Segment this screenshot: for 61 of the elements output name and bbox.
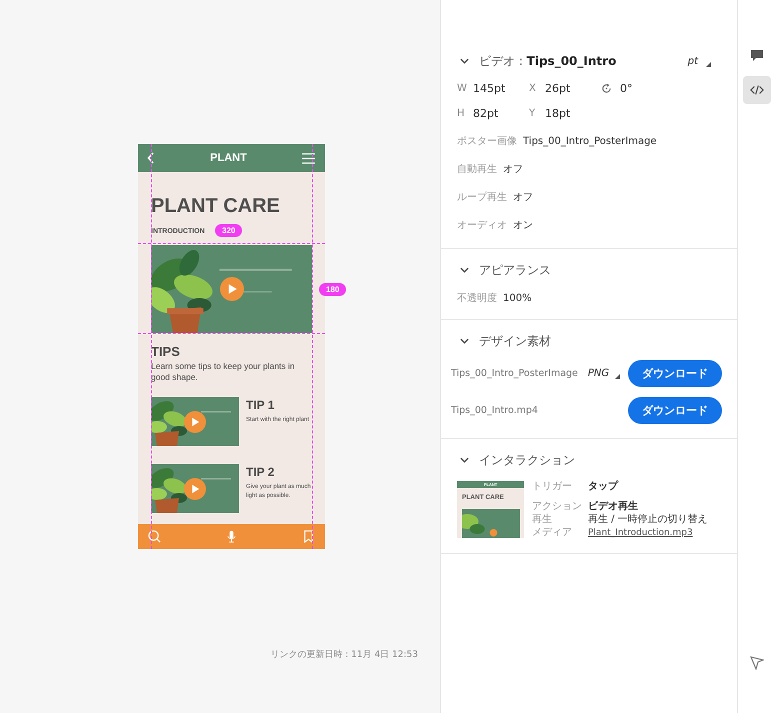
property-label: オーディオ — [457, 219, 507, 232]
asset-name: Tips_00_Intro.mp4 — [451, 405, 538, 416]
code-button[interactable] — [743, 76, 771, 104]
section-title: インタラクション — [479, 452, 575, 468]
chevron-icon[interactable] — [460, 338, 469, 344]
property-label: アクション — [532, 501, 583, 513]
pointer-icon — [750, 656, 764, 670]
property-value: 100% — [503, 293, 532, 304]
property-value: タップ — [588, 481, 618, 493]
field-label: W — [457, 83, 468, 94]
property-label: 再生 — [532, 514, 553, 526]
section-title: アピアランス — [479, 262, 551, 278]
comment-icon — [750, 49, 764, 63]
section-heading: TIPS — [151, 345, 181, 359]
field-label: H — [457, 108, 466, 119]
property-value: オン — [513, 219, 533, 232]
property-label: ループ再生 — [457, 190, 507, 204]
format-dropdown[interactable]: PNG — [582, 367, 626, 380]
field-value: 18pt — [545, 107, 570, 120]
code-icon — [750, 83, 764, 97]
height-badge: 180 — [319, 283, 346, 296]
field-value: 82pt — [473, 107, 498, 120]
field-value: 26pt — [545, 82, 570, 95]
download-button[interactable]: ダウンロード — [628, 360, 722, 387]
section-title: ビデオ : Tips_00_Intro — [479, 52, 616, 70]
field-label: Y — [529, 108, 536, 119]
property-label: 不透明度 — [457, 292, 497, 305]
property-value: オフ — [503, 163, 523, 176]
app-title: PLANT — [210, 152, 247, 164]
field-value: 0° — [620, 82, 632, 95]
menu-icon[interactable] — [302, 152, 315, 164]
property-value: 再生 / 一時停止の切り替え — [588, 514, 708, 526]
property-label: トリガー — [532, 481, 573, 493]
property-label: ポスター画像 — [457, 135, 517, 148]
field-label: X — [529, 83, 537, 94]
property-value: Tips_00_Intro_PosterImage — [523, 136, 657, 147]
tip-title: TIP 1 — [246, 398, 276, 412]
link-updated-text: リンクの更新日時 : 11月 4日 12:53 — [270, 648, 418, 661]
property-value: オフ — [513, 191, 533, 204]
bookmark-icon[interactable] — [302, 530, 315, 543]
caret-icon — [706, 62, 711, 66]
rotate-icon — [601, 83, 612, 94]
tip-title: TIP 2 — [246, 465, 276, 479]
chevron-icon[interactable] — [460, 58, 469, 64]
section-title: デザイン素材 — [479, 332, 551, 350]
media-link[interactable]: Plant_Introduction.mp3 — [588, 527, 693, 539]
chevron-icon[interactable] — [460, 267, 469, 273]
field-value: 145pt — [473, 82, 506, 95]
width-badge: 320 — [215, 224, 242, 237]
property-value: ビデオ再生 — [588, 501, 638, 513]
download-button[interactable]: ダウンロード — [628, 397, 722, 424]
asset-name: Tips_00_Intro_PosterImage — [451, 368, 578, 379]
search-icon[interactable] — [148, 530, 161, 543]
caret-icon — [615, 374, 620, 379]
unit-dropdown[interactable]: pt — [688, 56, 721, 66]
property-label: メディア — [532, 527, 573, 539]
back-icon[interactable] — [147, 152, 155, 164]
chevron-icon[interactable] — [460, 457, 469, 463]
section-text: Learn some tips to keep your plants in good shape. — [151, 361, 296, 383]
property-label: 自動再生 — [457, 162, 497, 176]
page-heading: PLANT CARE — [151, 194, 281, 218]
